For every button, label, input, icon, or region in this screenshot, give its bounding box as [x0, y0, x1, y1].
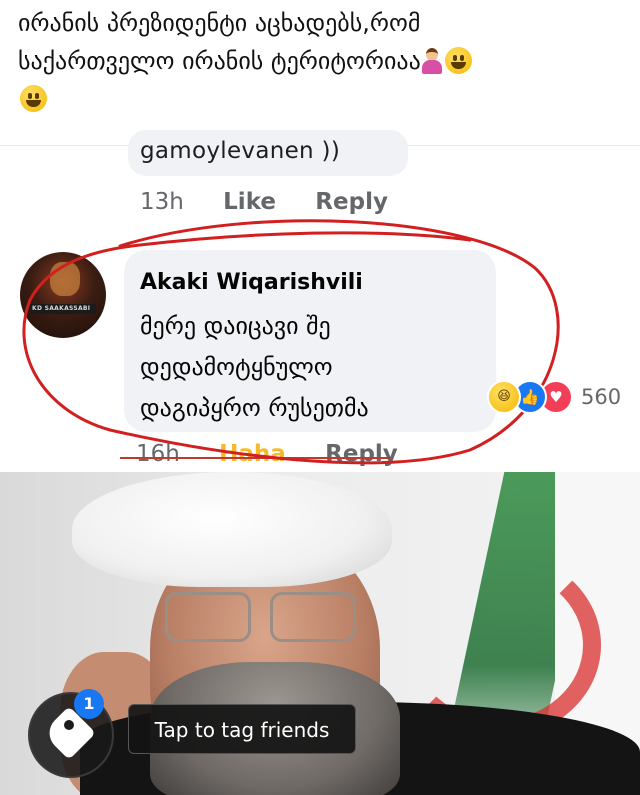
comment-line: მერე დაიცავი შე — [140, 312, 331, 340]
caption-line-1: ირანის პრეზიდენტი აცხადებს,რომ — [18, 9, 421, 37]
comment-timestamp: 13h — [140, 189, 184, 215]
grinning-face-icon — [20, 85, 47, 112]
comment-bubble: Akaki Wiqarishvili მერე დაიცავი შე დედამ… — [124, 250, 496, 432]
comment-text: მერე დაიცავი შე დედამოტყნულო დაგიპყრო რუ… — [140, 306, 500, 429]
reaction-summary[interactable]: 😆 👍 ♥ 560 — [487, 380, 621, 414]
comment-line: დაგიპყრო რუსეთმა — [140, 394, 369, 422]
comment-timestamp: 16h — [136, 441, 180, 467]
comment-author[interactable]: Akaki Wiqarishvili — [140, 270, 363, 295]
reply-button[interactable]: Reply — [315, 189, 388, 215]
previous-comment-actions: 13h Like Reply — [140, 189, 420, 215]
like-button[interactable]: Like — [223, 189, 276, 215]
previous-comment-text: gamoylevanen )) — [140, 138, 341, 164]
previous-comment-bubble: gamoylevanen )) — [128, 130, 408, 176]
haha-reaction-icon: 😆 — [487, 380, 521, 414]
grinning-face-icon — [444, 47, 472, 74]
reaction-count: 560 — [581, 385, 622, 409]
reply-button[interactable]: Reply — [325, 441, 398, 467]
comment-actions: 16h Haha Reply — [136, 441, 430, 467]
annotation-strike-line — [120, 457, 390, 459]
comment-line: დედამოტყნულო — [140, 353, 333, 381]
tag-count-badge: 1 — [74, 689, 104, 719]
tag-tooltip[interactable]: Tap to tag friends — [128, 704, 356, 754]
avatar-label: KD SAAKASSABI — [32, 305, 91, 312]
caption-line-2: საქართველო ირანის ტერიტორიაა — [18, 47, 421, 75]
avatar[interactable]: KD SAAKASSABI — [20, 252, 106, 338]
post-caption: ირანის პრეზიდენტი აცხადებს,რომ საქართველ… — [18, 4, 628, 118]
haha-reaction-button[interactable]: Haha — [219, 441, 286, 467]
person-shrugging-icon — [421, 48, 443, 74]
